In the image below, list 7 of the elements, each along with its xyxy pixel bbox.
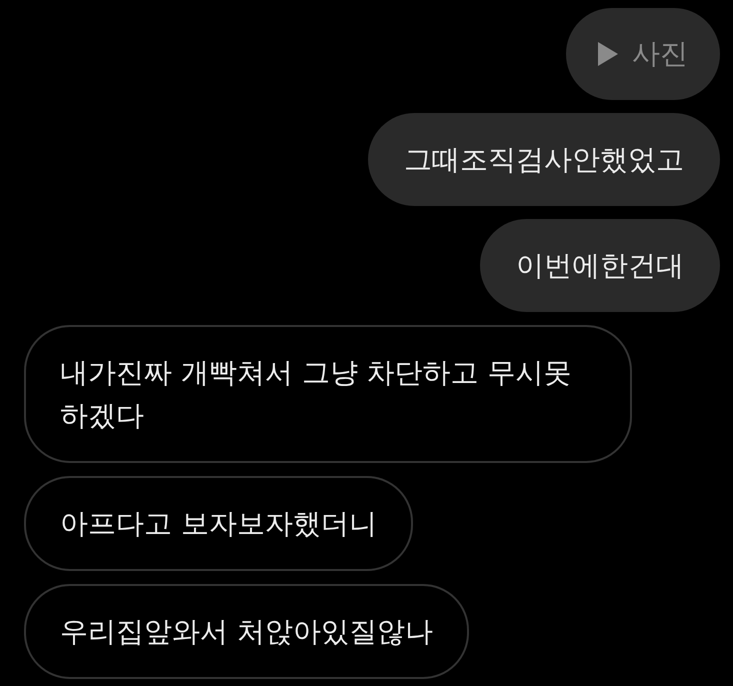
message-bubble: 그때조직검사안했었고 [368,113,720,206]
photo-attachment-button[interactable]: 사진 [566,8,720,100]
message-bubble: 내가진짜 개빡쳐서 그냥 차단하고 무시못하겠다 [24,325,632,463]
message-bubble: 아프다고 보자보자했더니 [24,476,413,571]
message-bubble: 이번에한건대 [480,219,720,312]
play-icon [598,42,618,66]
message-bubble: 우리집앞와서 처앉아있질않나 [24,584,469,679]
